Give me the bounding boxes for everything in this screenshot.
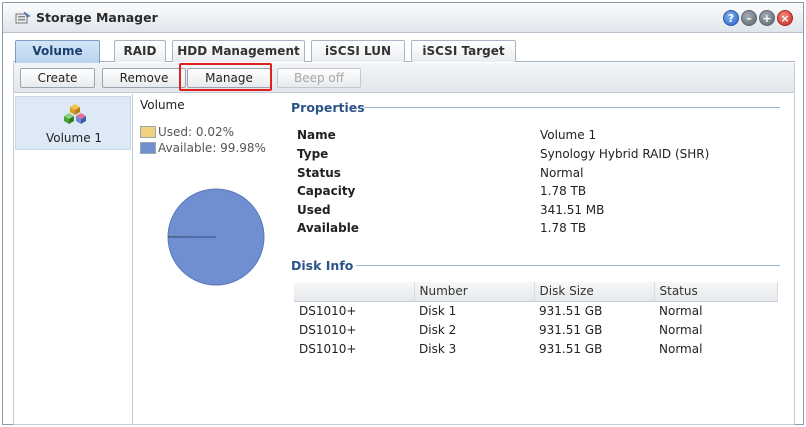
- table-header-row: Number Disk Size Status: [294, 282, 778, 302]
- disk-number: Disk 3: [419, 341, 457, 356]
- prop-key-type: Type: [297, 147, 329, 161]
- tab-raid[interactable]: RAID: [114, 40, 166, 62]
- disk-status: Normal: [659, 303, 703, 318]
- legend-used-label: Used: 0.02%: [158, 125, 235, 139]
- available-swatch: [140, 142, 156, 154]
- prop-key-available: Available: [297, 221, 359, 235]
- legend-available: Available: 99.98%: [140, 141, 266, 155]
- prop-key-capacity: Capacity: [297, 184, 356, 198]
- create-button[interactable]: Create: [20, 68, 95, 88]
- usage-pie-chart: [167, 188, 265, 286]
- prop-key-status: Status: [297, 166, 341, 180]
- legend-used: Used: 0.02%: [140, 125, 234, 139]
- legend-available-label: Available: 99.98%: [158, 141, 266, 155]
- tab-volume[interactable]: Volume: [15, 40, 100, 63]
- column-header-status[interactable]: Status: [654, 282, 778, 302]
- remove-button[interactable]: Remove: [102, 68, 186, 88]
- help-icon[interactable]: ?: [723, 10, 739, 26]
- disk-number: Disk 1: [419, 303, 457, 318]
- tab-hdd-management[interactable]: HDD Management: [172, 40, 305, 62]
- column-header-number[interactable]: Number: [414, 282, 535, 302]
- properties-title: Properties: [291, 100, 365, 115]
- prop-value-capacity: 1.78 TB: [540, 184, 587, 198]
- tab-strip: Volume RAID HDD Management iSCSI LUN iSC…: [13, 40, 795, 63]
- disk-status: Normal: [659, 341, 703, 356]
- disk-number: Disk 2: [419, 322, 457, 337]
- disk-size: 931.51 GB: [539, 341, 603, 356]
- table-row[interactable]: DS1010+ Disk 1 931.51 GB Normal: [294, 301, 778, 320]
- prop-value-name: Volume 1: [540, 128, 597, 142]
- toolbar: Create Remove Manage Beep off: [13, 63, 795, 93]
- disk-info-table: Number Disk Size Status DS1010+ Disk 1 9…: [294, 282, 778, 358]
- prop-key-name: Name: [297, 128, 336, 142]
- tab-iscsi-target[interactable]: iSCSI Target: [411, 40, 516, 62]
- prop-value-available: 1.78 TB: [540, 221, 587, 235]
- tab-iscsi-lun[interactable]: iSCSI LUN: [311, 40, 405, 62]
- table-row[interactable]: DS1010+ Disk 3 931.51 GB Normal: [294, 339, 778, 358]
- properties-divider: [364, 107, 780, 108]
- minimize-icon[interactable]: –: [741, 10, 757, 26]
- storage-manager-icon: [15, 11, 31, 24]
- prop-value-type: Synology Hybrid RAID (SHR): [540, 147, 710, 161]
- prop-value-status: Normal: [540, 166, 584, 180]
- volume-cubes-icon: [64, 104, 86, 124]
- sidebar-item-label: Volume 1: [45, 131, 103, 145]
- close-icon[interactable]: ×: [777, 10, 793, 26]
- sidebar-item-volume-1[interactable]: Volume 1: [15, 96, 131, 150]
- beep-off-button[interactable]: Beep off: [277, 68, 361, 88]
- manage-button-highlight: [179, 63, 272, 91]
- usage-title: Volume: [140, 98, 185, 112]
- prop-value-used: 341.51 MB: [540, 203, 605, 217]
- volume-list: Volume 1: [14, 94, 133, 424]
- main-content: Volume 1 Volume Used: 0.02% Available: 9…: [13, 94, 795, 425]
- window-title: Storage Manager: [36, 10, 158, 25]
- disk-info-divider: [356, 265, 780, 266]
- storage-manager-window: Storage Manager ? – + × Volume RAID HDD …: [2, 2, 804, 425]
- disk-size: 931.51 GB: [539, 322, 603, 337]
- used-swatch: [140, 126, 156, 138]
- disk-model: DS1010+: [299, 303, 357, 318]
- window-controls: ? – + ×: [723, 10, 793, 26]
- disk-model: DS1010+: [299, 341, 357, 356]
- column-header-disk-size[interactable]: Disk Size: [534, 282, 655, 302]
- disk-model: DS1010+: [299, 322, 357, 337]
- disk-size: 931.51 GB: [539, 303, 603, 318]
- table-row[interactable]: DS1010+ Disk 2 931.51 GB Normal: [294, 320, 778, 339]
- title-bar[interactable]: Storage Manager ? – + ×: [3, 3, 803, 33]
- column-header-model[interactable]: [294, 282, 415, 302]
- disk-info-title: Disk Info: [291, 258, 354, 273]
- maximize-icon[interactable]: +: [759, 10, 775, 26]
- disk-status: Normal: [659, 322, 703, 337]
- prop-key-used: Used: [297, 203, 331, 217]
